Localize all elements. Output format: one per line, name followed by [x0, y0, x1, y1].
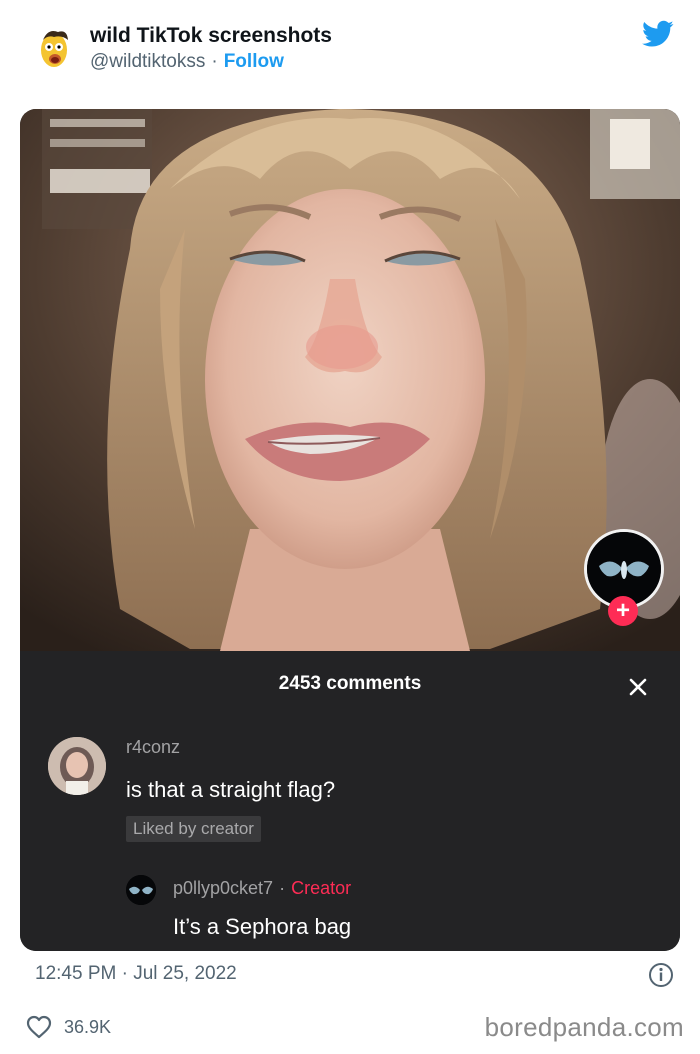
creator-label: Creator [291, 878, 352, 898]
account-name[interactable]: wild TikTok screenshots [90, 24, 332, 48]
tweet-header: wild TikTok screenshots @wildtiktokss · Fo… [0, 0, 700, 100]
follow-plus-button[interactable]: + [608, 596, 638, 626]
liked-by-creator-badge: Liked by creator [126, 816, 261, 842]
reply-separator: · [279, 878, 286, 898]
comments-panel: 2453 comments r4conz is that a straight … [20, 651, 680, 951]
follow-button[interactable]: Follow [224, 51, 284, 72]
info-icon[interactable] [648, 962, 674, 988]
reply-text: It’s a Sephora bag [173, 914, 352, 939]
comment-username[interactable]: r4conz [126, 737, 180, 758]
boredpanda-watermark: boredpanda.com [484, 1012, 684, 1042]
twitter-bird-icon[interactable] [642, 20, 674, 48]
account-handle[interactable]: @wildtiktokss [90, 51, 205, 72]
reply-username[interactable]: p0llyp0cket7 [173, 878, 273, 898]
video-frame-image [20, 109, 680, 651]
reply-username-row: p0llyp0cket7 · Creator [173, 878, 351, 899]
handle-separator: · [211, 51, 218, 72]
reply-avatar[interactable] [126, 875, 156, 905]
account-handle-row: @wildtiktokss · Follow [90, 51, 284, 73]
comments-count: 2453 comments [278, 673, 422, 694]
close-icon[interactable] [626, 675, 650, 699]
comment-text: is that a straight flag? [126, 777, 336, 802]
commenter-avatar[interactable] [48, 737, 106, 795]
like-count: 36.9K [64, 1017, 112, 1037]
heart-icon[interactable] [26, 1015, 52, 1039]
account-avatar[interactable] [34, 26, 78, 72]
tweet-media[interactable]: + 2453 comments r4conz is that a straigh… [20, 109, 680, 951]
tweet-timestamp[interactable]: 12:45 PM · Jul 25, 2022 [35, 963, 237, 985]
